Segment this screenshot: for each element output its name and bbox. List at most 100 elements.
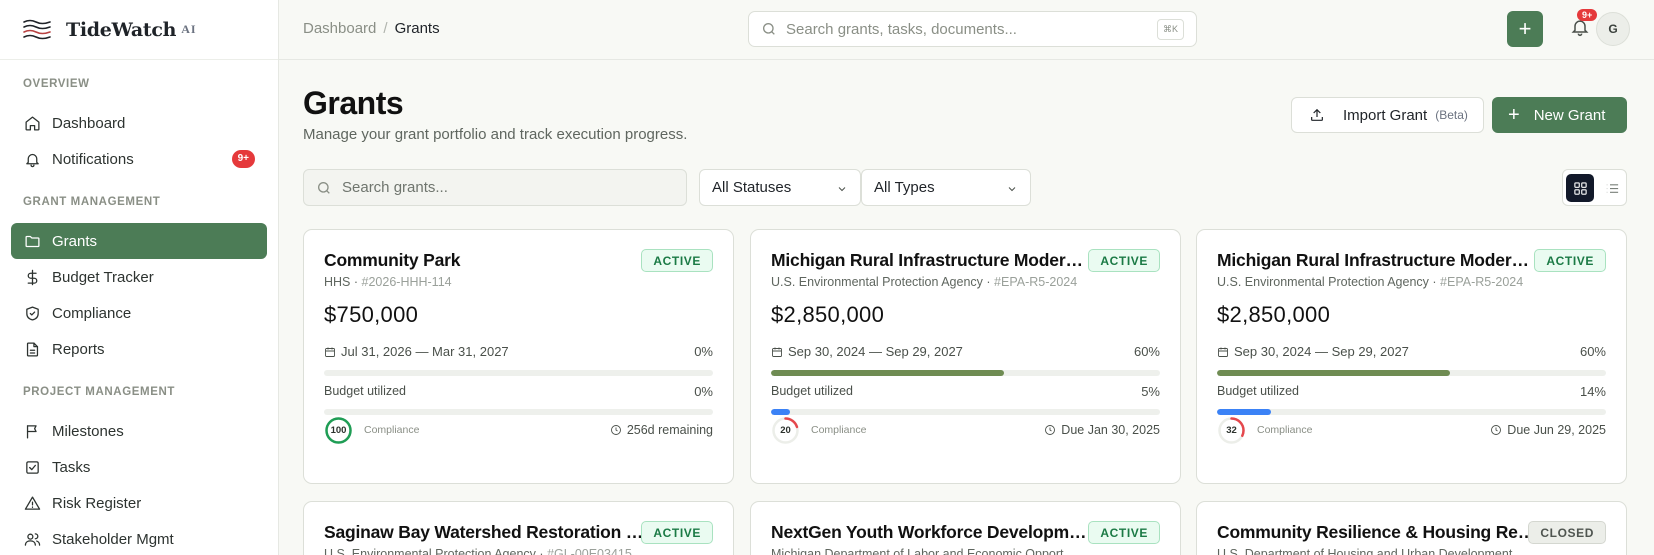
notification-count-badge: 9+ [231, 150, 255, 168]
grant-id: #2026-HHH-114 [361, 275, 452, 289]
dollar-icon [23, 268, 41, 286]
new-grant-button[interactable]: + New Grant [1492, 97, 1627, 133]
grant-card[interactable]: Community Resilience & Housing Rehabilit… [1196, 501, 1627, 555]
grid-view-button[interactable] [1566, 174, 1594, 202]
status-badge: ACTIVE [641, 249, 713, 272]
grant-card[interactable]: Community Park ACTIVE HHS · #2026-HHH-11… [303, 229, 734, 484]
grant-amount: $2,850,000 [771, 302, 885, 327]
list-view-button[interactable] [1599, 174, 1625, 202]
calendar-icon [1218, 347, 1228, 357]
compliance-score: 32 [1226, 425, 1237, 436]
breadcrumb: Dashboard / Grants [303, 20, 440, 37]
grant-title[interactable]: Saginaw Bay Watershed Restoration Initia… [324, 522, 644, 543]
grant-meta: U.S. Department of Housing and Urban Dev… [1217, 547, 1527, 555]
sidebar-item-tasks[interactable]: Tasks [11, 449, 267, 485]
list-icon [1606, 183, 1618, 193]
grant-card[interactable]: Michigan Rural Infrastructure Modernizat… [750, 229, 1181, 484]
budget-label: Budget utilized [771, 384, 854, 398]
budget-percent: 14% [1579, 384, 1606, 399]
sidebar-item-milestones[interactable]: Milestones [11, 413, 267, 449]
compliance-label: Compliance [364, 424, 420, 436]
global-search-input[interactable] [786, 20, 1146, 38]
budget-bar [1217, 409, 1606, 415]
sidebar-item-label: Compliance [52, 304, 132, 322]
search-icon [763, 23, 775, 35]
grant-search-input[interactable] [342, 179, 662, 196]
grant-search[interactable] [303, 169, 687, 206]
plus-icon: + [1508, 104, 1520, 126]
nav-section-project-management: PROJECT MANAGEMENT [23, 386, 176, 398]
budget-percent: 0% [694, 384, 713, 399]
shield-check-icon [23, 304, 41, 322]
grant-agency: HHS [324, 275, 351, 289]
alert-triangle-icon [23, 494, 41, 512]
grant-agency: U.S. Environmental Protection Agency [771, 275, 983, 289]
chevron-down-icon [838, 187, 846, 192]
sidebar-item-label: Dashboard [52, 114, 126, 132]
type-filter-select[interactable]: All Types [861, 169, 1031, 206]
grant-agency: U.S. Environmental Protection Agency [324, 547, 536, 555]
sidebar-item-reports[interactable]: Reports [11, 331, 267, 367]
grant-card[interactable]: Michigan Rural Infrastructure Modernizat… [1196, 229, 1627, 484]
grant-meta: U.S. Environmental Protection Agency · #… [771, 275, 1078, 289]
grant-card[interactable]: Saginaw Bay Watershed Restoration Initia… [303, 501, 734, 555]
grant-title[interactable]: Community Park [324, 250, 644, 271]
progress-bar [771, 370, 1160, 376]
clock-icon [610, 425, 621, 435]
grant-card[interactable]: NextGen Youth Workforce Development ACTI… [750, 501, 1181, 555]
progress-bar [324, 370, 713, 376]
sidebar-item-notifications[interactable]: Notifications 9+ [11, 141, 267, 177]
user-avatar[interactable]: G [1596, 12, 1630, 46]
check-square-icon [23, 458, 41, 476]
progress-percent: 60% [1133, 344, 1160, 359]
bell-icon [23, 150, 41, 168]
global-search[interactable]: ⌘K [748, 11, 1197, 47]
search-icon [318, 181, 330, 194]
status-badge: ACTIVE [1088, 521, 1160, 544]
compliance-label: Compliance [811, 424, 867, 436]
status-badge: ACTIVE [1088, 249, 1160, 272]
grant-agency: U.S. Environmental Protection Agency [1217, 275, 1429, 289]
grant-title[interactable]: Community Resilience & Housing Rehabilit… [1217, 522, 1537, 543]
sidebar-item-risk-register[interactable]: Risk Register [11, 485, 267, 521]
breadcrumb-root-link[interactable]: Dashboard [303, 20, 376, 37]
sidebar-item-stakeholder-mgmt[interactable]: Stakeholder Mgmt [11, 521, 267, 555]
topbar: Dashboard / Grants ⌘K + 9+ G [279, 0, 1654, 60]
sidebar-item-dashboard[interactable]: Dashboard [11, 105, 267, 141]
page-subtitle: Manage your grant portfolio and track ex… [303, 126, 688, 143]
calendar-icon [772, 347, 782, 357]
users-icon [23, 530, 41, 548]
grant-title[interactable]: Michigan Rural Infrastructure Modernizat… [771, 250, 1091, 271]
grant-due-text: 256d remaining [626, 423, 713, 437]
chevron-down-icon [1008, 187, 1016, 192]
grant-title[interactable]: NextGen Youth Workforce Development [771, 522, 1091, 543]
status-filter-value: All Statuses [712, 179, 792, 196]
flag-icon [23, 422, 41, 440]
sidebar-item-compliance[interactable]: Compliance [11, 295, 267, 331]
status-filter-select[interactable]: All Statuses [699, 169, 861, 206]
grant-title[interactable]: Michigan Rural Infrastructure Modernizat… [1217, 250, 1537, 271]
home-icon [23, 114, 41, 132]
grant-period: Sep 30, 2024 — Sep 29, 2027 [1217, 344, 1409, 359]
budget-bar [324, 409, 713, 415]
sidebar-item-label: Notifications [52, 150, 134, 168]
brand[interactable]: TideWatch AI [0, 0, 278, 60]
new-grant-label: New Grant [1533, 106, 1606, 124]
compliance-score: 100 [330, 425, 347, 436]
quick-add-button[interactable]: + [1507, 11, 1543, 47]
sidebar-item-label: Milestones [52, 422, 124, 440]
sidebar-item-label: Reports [52, 340, 105, 358]
brand-suffix: AI [181, 22, 197, 36]
breadcrumb-current: Grants [394, 20, 440, 37]
sidebar-item-grants[interactable]: Grants [11, 223, 267, 259]
status-badge: ACTIVE [1534, 249, 1606, 272]
progress-percent: 0% [694, 344, 713, 359]
grant-meta: U.S. Environmental Protection Agency · #… [324, 547, 634, 555]
page-title: Grants [303, 85, 404, 121]
sidebar-item-budget-tracker[interactable]: Budget Tracker [11, 259, 267, 295]
nav-section-grant-management: GRANT MANAGEMENT [23, 196, 161, 208]
import-grant-button[interactable]: Import Grant (Beta) [1291, 97, 1484, 133]
grant-agency: Michigan Department of Labor and Economi… [771, 547, 1081, 555]
grant-due-text: Due Jan 30, 2025 [1061, 423, 1160, 437]
budget-percent: 5% [1141, 384, 1160, 399]
